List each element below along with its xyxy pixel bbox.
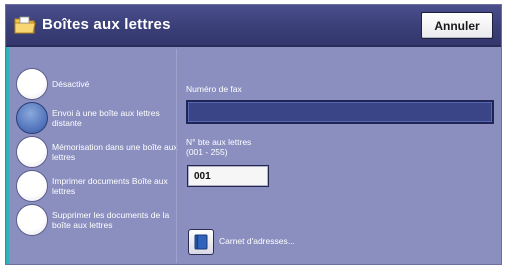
radio-button-selected[interactable] bbox=[16, 102, 48, 134]
fax-number-field[interactable] bbox=[186, 100, 494, 124]
mailbox-screen: Boîtes aux lettres Annuler Désactivé Env… bbox=[5, 4, 502, 265]
panel-divider bbox=[176, 49, 177, 263]
mailbox-range-label: (001 - 255) bbox=[186, 147, 228, 157]
option-label: Supprimer les documents de la boîte aux … bbox=[52, 210, 170, 230]
folder-icon bbox=[14, 16, 36, 34]
address-book-icon bbox=[194, 234, 208, 250]
address-book-button[interactable] bbox=[188, 229, 214, 255]
radio-button[interactable] bbox=[16, 204, 48, 236]
mailbox-number-field[interactable]: 001 bbox=[187, 165, 269, 187]
option-label: Envoi à une boîte aux lettres distante bbox=[52, 108, 160, 128]
option-label: Désactivé bbox=[52, 79, 90, 89]
option-disabled[interactable]: Désactivé bbox=[16, 68, 182, 100]
option-label: Mémorisation dans une boîte aux lettres bbox=[52, 142, 178, 162]
page-title: Boîtes aux lettres bbox=[42, 16, 171, 33]
accent-strip bbox=[6, 47, 9, 264]
option-print-mailbox-documents[interactable]: Imprimer documents Boîte aux lettres bbox=[16, 170, 182, 202]
radio-button[interactable] bbox=[16, 68, 48, 100]
address-book-label: Carnet d'adresses... bbox=[219, 236, 295, 246]
option-store-in-mailbox[interactable]: Mémorisation dans une boîte aux lettres bbox=[16, 136, 182, 168]
title-bar: Boîtes aux lettres Annuler bbox=[6, 5, 501, 47]
mailbox-number-label: N° bte aux lettres bbox=[186, 137, 252, 147]
radio-button[interactable] bbox=[16, 170, 48, 202]
cancel-button[interactable]: Annuler bbox=[421, 12, 493, 39]
option-send-remote-mailbox[interactable]: Envoi à une boîte aux lettres distante bbox=[16, 102, 182, 134]
option-label: Imprimer documents Boîte aux lettres bbox=[52, 176, 168, 196]
radio-button[interactable] bbox=[16, 136, 48, 168]
option-delete-mailbox-documents[interactable]: Supprimer les documents de la boîte aux … bbox=[16, 204, 182, 236]
fax-number-label: Numéro de fax bbox=[186, 84, 242, 94]
